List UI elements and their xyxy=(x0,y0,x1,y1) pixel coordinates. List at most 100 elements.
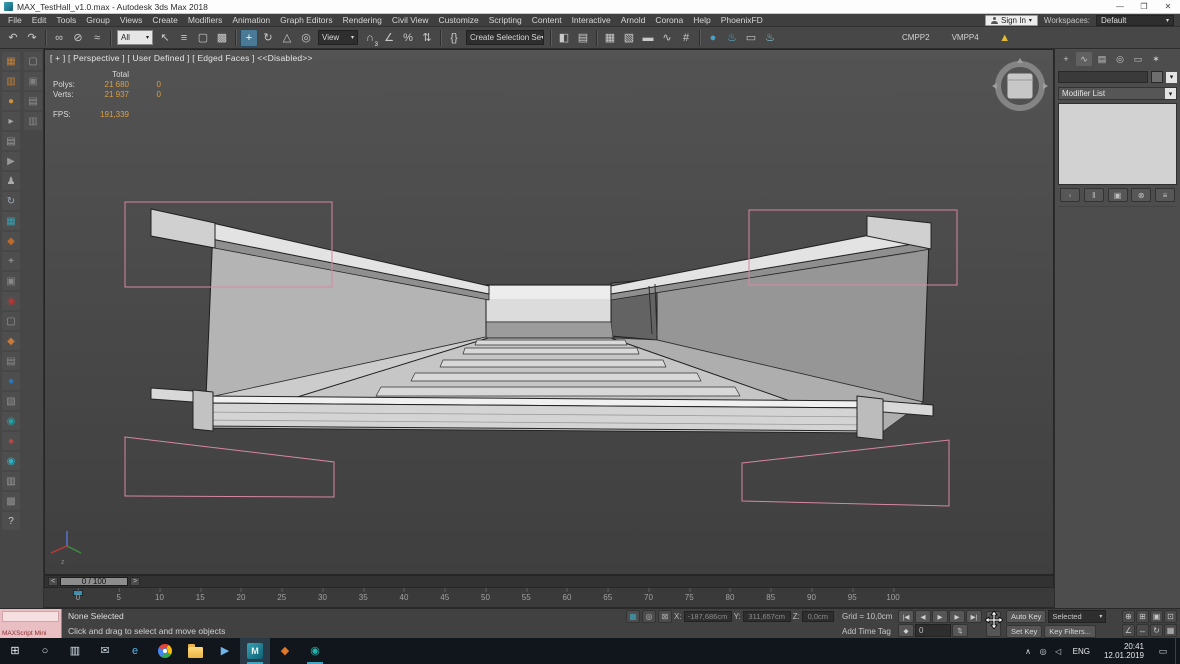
sign-in-button[interactable]: Sign In ▾ xyxy=(985,15,1038,26)
menu-create[interactable]: Create xyxy=(147,14,183,27)
taskbar-app-edge[interactable]: e xyxy=(120,638,150,664)
schematic-view-icon[interactable]: # xyxy=(677,29,695,47)
render-setup-icon[interactable]: ♨ xyxy=(723,29,741,47)
menu-interactive[interactable]: Interactive xyxy=(567,14,616,27)
selection-filter-dropdown[interactable]: All▾ xyxy=(117,30,153,45)
menu-graph-editors[interactable]: Graph Editors xyxy=(275,14,337,27)
left-toolbar-icon-1-9[interactable]: ▦ xyxy=(2,212,20,230)
add-time-tag-button[interactable]: Add Time Tag xyxy=(842,627,891,636)
left-toolbar-icon-1-13[interactable]: ◉ xyxy=(2,292,20,310)
configure-modifier-sets-button[interactable]: ≡ xyxy=(1155,188,1175,202)
taskbar-app-chrome[interactable] xyxy=(150,638,180,664)
menu-file[interactable]: File xyxy=(3,14,27,27)
previous-frame-arrow[interactable]: < xyxy=(48,577,58,586)
menu-content[interactable]: Content xyxy=(527,14,567,27)
percent-snap-toggle-icon[interactable]: % xyxy=(399,29,417,47)
tab-display[interactable]: ▭ xyxy=(1130,52,1146,66)
object-name-field[interactable] xyxy=(1058,71,1148,83)
modifier-stack[interactable] xyxy=(1058,103,1177,185)
key-set-dropdown[interactable]: Selected▾ xyxy=(1048,610,1106,623)
next-frame-arrow[interactable]: > xyxy=(130,577,140,586)
track-bar[interactable]: 0510152025303540455055606570758085909510… xyxy=(44,588,1054,608)
menu-scripting[interactable]: Scripting xyxy=(484,14,527,27)
menu-modifiers[interactable]: Modifiers xyxy=(183,14,227,27)
redo-icon[interactable]: ↷ xyxy=(23,29,41,47)
left-toolbar-icon-1-21[interactable]: ◉ xyxy=(2,452,20,470)
workspaces-dropdown[interactable]: Default ▾ xyxy=(1096,15,1174,26)
go-to-start-button[interactable]: |◀ xyxy=(898,610,914,623)
remove-modifier-button[interactable]: ⊗ xyxy=(1131,188,1151,202)
modifier-list-dropdown[interactable]: Modifier List ▾ xyxy=(1058,87,1177,100)
left-toolbar-icon-1-17[interactable]: ● xyxy=(2,372,20,390)
select-and-move-icon[interactable]: + xyxy=(240,29,258,47)
hall-model[interactable] xyxy=(151,209,933,440)
current-frame-field[interactable]: 0 xyxy=(915,624,951,637)
mirror-icon[interactable]: ◧ xyxy=(555,29,573,47)
maxscript-input-field[interactable] xyxy=(2,611,59,622)
menu-corona[interactable]: Corona xyxy=(650,14,688,27)
key-mode-toggle-button[interactable]: ◆ xyxy=(898,624,914,637)
zoom-extents-icon[interactable]: ▣ xyxy=(1150,610,1163,623)
select-and-link-icon[interactable]: ∞ xyxy=(50,29,68,47)
bind-to-space-warp-icon[interactable]: ≈ xyxy=(88,29,106,47)
previous-frame-button[interactable]: ◀ xyxy=(915,610,931,623)
menu-phoenixfd[interactable]: PhoenixFD xyxy=(716,14,768,27)
taskbar-app-mail[interactable]: ✉ xyxy=(90,638,120,664)
pan-view-icon[interactable]: ↔ xyxy=(1136,624,1149,637)
tray-expand-icon[interactable]: ∧ xyxy=(1021,647,1036,656)
tray-volume-icon[interactable]: ◁ xyxy=(1051,647,1066,656)
clock[interactable]: 20:41 12.01.2019 xyxy=(1097,642,1151,661)
select-by-name-icon[interactable]: ≡ xyxy=(175,29,193,47)
menu-tools[interactable]: Tools xyxy=(51,14,81,27)
left-toolbar-icon-1-3[interactable]: ● xyxy=(2,92,20,110)
left-toolbar-icon-1-23[interactable]: ▩ xyxy=(2,492,20,510)
left-toolbar-icon-1-24[interactable]: ? xyxy=(2,512,20,530)
minimize-button[interactable]: — xyxy=(1108,0,1132,13)
snaps-toggle-icon[interactable]: ∩3 xyxy=(361,29,379,47)
pin-stack-button[interactable]: ◦ xyxy=(1060,188,1080,202)
undo-icon[interactable]: ↶ xyxy=(4,29,22,47)
object-color-swatch[interactable] xyxy=(1151,71,1163,83)
left-toolbar-icon-1-6[interactable]: ▶ xyxy=(2,152,20,170)
left-toolbar-icon-1-20[interactable]: ● xyxy=(2,432,20,450)
tab-utilities[interactable]: ✶ xyxy=(1148,52,1164,66)
action-center-icon[interactable]: ▭ xyxy=(1151,646,1175,657)
menu-civil-view[interactable]: Civil View xyxy=(387,14,434,27)
orbit-icon[interactable]: ↻ xyxy=(1150,624,1163,637)
left-toolbar-icon-1-7[interactable]: ♟ xyxy=(2,172,20,190)
menu-animation[interactable]: Animation xyxy=(227,14,275,27)
taskbar-app-maya[interactable]: ◉ xyxy=(300,638,330,664)
frame-spinner[interactable]: ⇅ xyxy=(952,624,968,637)
maxscript-mini-listener[interactable]: MAXScript Mini xyxy=(0,609,62,639)
chevron-down-icon[interactable]: ▾ xyxy=(1166,72,1177,83)
selection-lock-toggle-icon[interactable]: ⊠ xyxy=(658,610,672,623)
window-crossing-toggle-icon[interactable]: ▩ xyxy=(213,29,231,47)
taskbar-app-media[interactable]: ▶ xyxy=(210,638,240,664)
render-production-icon[interactable]: ♨ xyxy=(761,29,779,47)
material-editor-icon[interactable]: ● xyxy=(704,29,722,47)
menu-group[interactable]: Group xyxy=(81,14,115,27)
next-frame-button[interactable]: ▶ xyxy=(949,610,965,623)
field-of-view-icon[interactable]: ∠ xyxy=(1122,624,1135,637)
zoom-all-icon[interactable]: ⊞ xyxy=(1136,610,1149,623)
left-toolbar-icon-1-19[interactable]: ◉ xyxy=(2,412,20,430)
spinner-snap-toggle-icon[interactable]: ⇅ xyxy=(418,29,436,47)
tab-hierarchy[interactable]: ▤ xyxy=(1094,52,1110,66)
viewport-label[interactable]: [ + ] [ Perspective ] [ User Defined ] [… xyxy=(50,53,313,63)
zoom-extents-all-icon[interactable]: ⊡ xyxy=(1164,610,1177,623)
left-toolbar-icon-1-2[interactable]: ▥ xyxy=(2,72,20,90)
align-icon[interactable]: ▤ xyxy=(574,29,592,47)
task-view-button[interactable]: ▥ xyxy=(60,638,90,664)
set-key-button[interactable]: Set Key xyxy=(1006,625,1042,638)
show-end-result-button[interactable]: ‖ xyxy=(1084,188,1104,202)
go-to-end-button[interactable]: ▶| xyxy=(966,610,982,623)
taskbar-app-3ds-max[interactable]: M xyxy=(240,638,270,664)
perspective-viewport[interactable]: z [ + ] [ Perspective ] [ User Defined ]… xyxy=(44,49,1054,575)
left-toolbar-icon-1-18[interactable]: ▧ xyxy=(2,392,20,410)
menu-views[interactable]: Views xyxy=(115,14,148,27)
make-unique-button[interactable]: ▣ xyxy=(1108,188,1128,202)
key-filters-button[interactable]: Key Filters... xyxy=(1044,625,1096,638)
tab-modify[interactable]: ∿ xyxy=(1076,52,1092,66)
taskbar-app-file-explorer[interactable] xyxy=(180,638,210,664)
menu-help[interactable]: Help xyxy=(688,14,715,27)
